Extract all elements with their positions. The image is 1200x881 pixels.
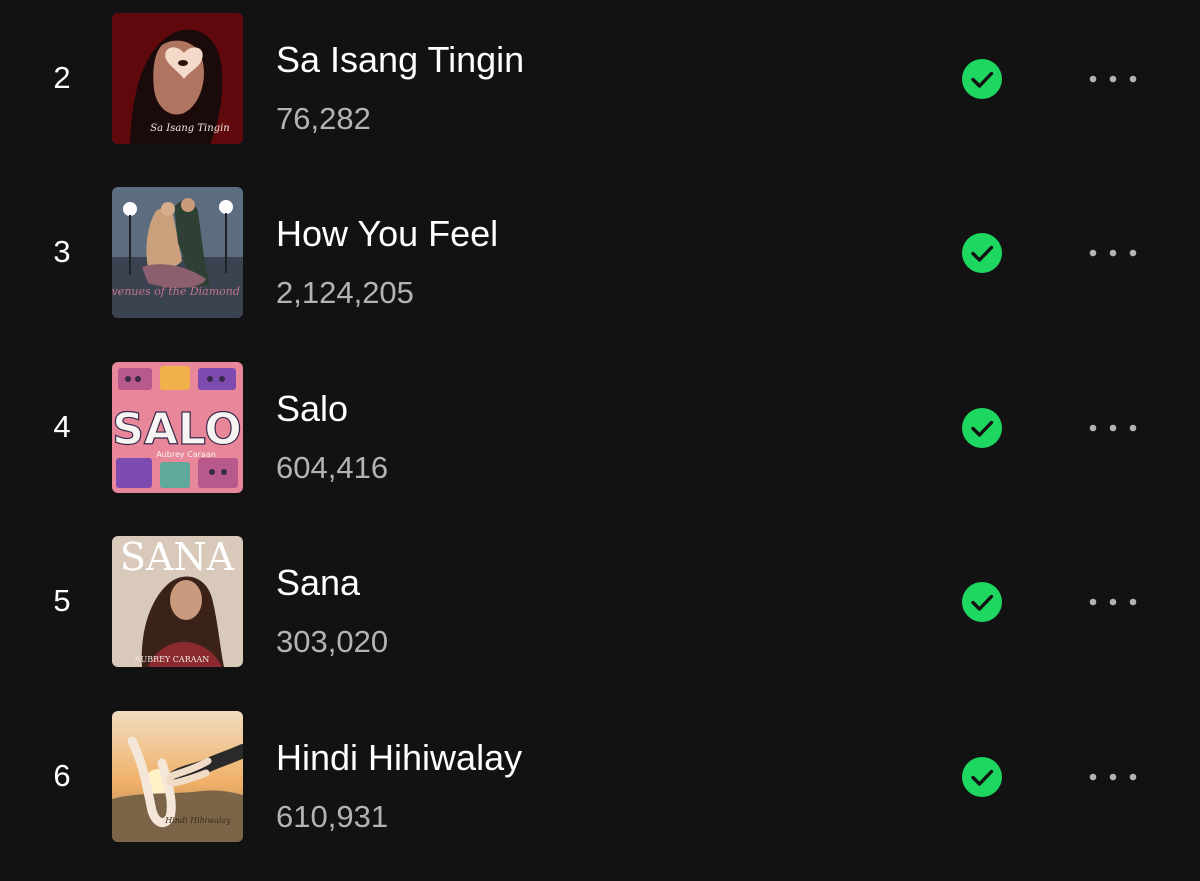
more-options-button[interactable] [1080,67,1146,91]
track-rank: 4 [53,409,71,444]
check-circle-icon [971,71,994,88]
more-options-button[interactable] [1080,416,1146,440]
more-options-icon [1089,598,1137,606]
saved-check-button[interactable] [962,757,1002,797]
check-circle-icon [971,769,994,786]
more-options-icon [1089,773,1137,781]
track-row[interactable]: 2 Sa Isang Tingin Sa Isang Tingin 76,282 [0,9,1200,183]
more-options-icon [1089,424,1137,432]
more-options-icon [1089,75,1137,83]
check-circle-icon [971,245,994,262]
track-list: 2 Sa Isang Tingin Sa Isang Tingin 76,282 [0,0,1200,859]
track-stream-count: 604,416 [276,450,389,485]
saved-check-button[interactable] [962,59,1002,99]
track-rank: 2 [53,60,71,95]
more-options-button[interactable] [1080,765,1146,789]
check-circle-icon [971,420,994,437]
more-options-icon [1089,249,1137,257]
album-cover: Sa Isang Tingin [112,13,243,144]
album-cover: Avenues of the Diamond [112,187,243,318]
cover-title-text: Avenues of the Diamond [112,285,240,298]
album-cover: SALO Aubrey Caraan [112,362,243,493]
check-circle-icon [971,594,994,611]
track-stream-count: 610,931 [276,799,389,834]
track-title[interactable]: Sana [276,562,360,604]
cover-script-text: Hindi Hihiwalay [164,816,231,825]
track-title[interactable]: Sa Isang Tingin [276,39,524,81]
track-stream-count: 303,020 [276,624,389,659]
cover-title-text: SANA [120,536,235,579]
track-row[interactable]: 4 SALO Aubrey Caraan Salo 604,416 [0,358,1200,532]
track-row[interactable]: 3 Avenues of the Diamond How You Feel 2,… [0,183,1200,357]
cover-artist-text: Aubrey Caraan [156,450,216,459]
more-options-button[interactable] [1080,590,1146,614]
track-title[interactable]: Salo [276,388,348,430]
track-row[interactable]: 6 Hindi Hihiwalay Hindi Hihiwalay 610,93… [0,707,1200,881]
cover-script-text: Sa Isang Tingin [150,123,229,134]
cover-title-text: SALO [112,404,242,455]
track-rank: 5 [53,583,71,618]
track-rank: 3 [53,234,71,269]
track-title[interactable]: How You Feel [276,213,498,255]
album-cover: Hindi Hihiwalay [112,711,243,842]
track-title[interactable]: Hindi Hihiwalay [276,737,522,779]
cover-artist-text: AUBREY CARAAN [134,655,210,664]
saved-check-button[interactable] [962,233,1002,273]
saved-check-button[interactable] [962,582,1002,622]
track-stream-count: 76,282 [276,101,371,136]
album-cover: SANA AUBREY CARAAN [112,536,243,667]
track-stream-count: 2,124,205 [276,275,414,310]
track-rank: 6 [53,758,71,793]
more-options-button[interactable] [1080,241,1146,265]
saved-check-button[interactable] [962,408,1002,448]
track-row[interactable]: 5 SANA AUBREY CARAAN Sana 303,020 [0,532,1200,706]
